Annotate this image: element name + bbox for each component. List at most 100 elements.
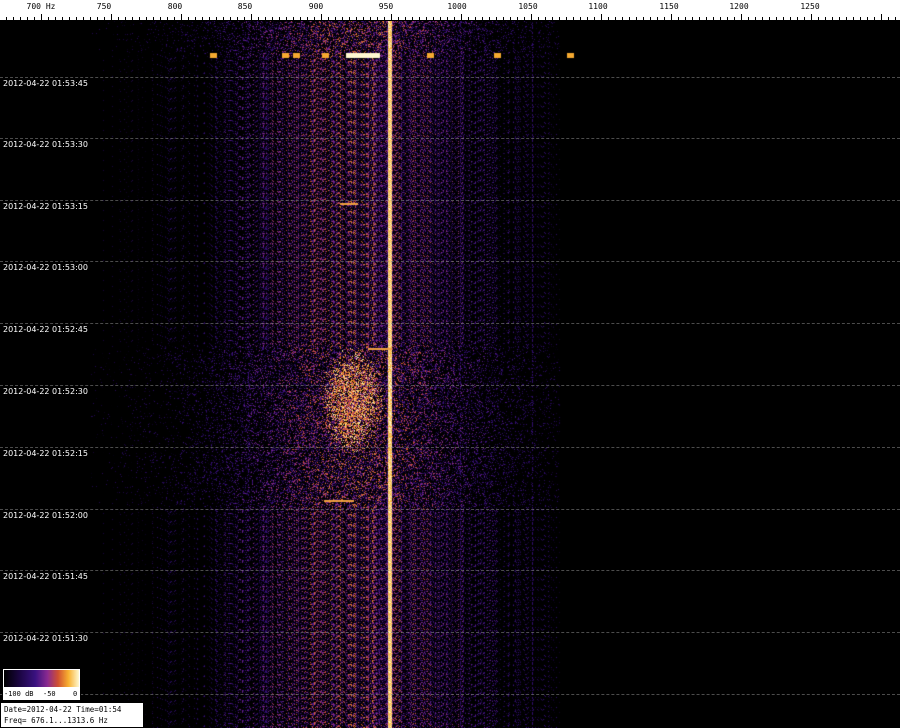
freq-tick-mark — [741, 14, 742, 20]
freq-tick-mark — [615, 17, 616, 20]
freq-tick-mark — [328, 17, 329, 20]
freq-tick-mark — [720, 17, 721, 20]
freq-tick-mark — [755, 17, 756, 20]
freq-tick-mark — [405, 17, 406, 20]
freq-tick-mark — [825, 17, 826, 20]
time-label: 2012-04-22 01:52:15 — [3, 449, 88, 458]
time-label: 2012-04-22 01:53:30 — [3, 140, 88, 149]
freq-tick-mark — [111, 14, 112, 20]
freq-tick-mark — [342, 17, 343, 20]
freq-tick-mark — [118, 17, 119, 20]
time-gridline — [0, 138, 900, 139]
freq-tick-mark — [314, 17, 315, 20]
time-gridline — [0, 385, 900, 386]
freq-tick-mark — [524, 17, 525, 20]
freq-tick-mark — [398, 17, 399, 20]
freq-tick-mark — [251, 14, 252, 20]
freq-tick-mark — [307, 17, 308, 20]
freq-tick-mark — [636, 17, 637, 20]
freq-tick-mark — [608, 17, 609, 20]
color-scale-bar — [4, 670, 79, 687]
freq-tick-mark — [517, 17, 518, 20]
freq-tick-mark — [20, 17, 21, 20]
freq-tick-mark — [167, 17, 168, 20]
freq-tick-mark — [195, 17, 196, 20]
freq-tick-mark — [125, 17, 126, 20]
freq-tick-mark — [363, 17, 364, 20]
info-box: Date=2012-04-22 Time=01:54 Freq= 676.1..… — [0, 702, 144, 728]
freq-tick-mark — [706, 17, 707, 20]
time-label: 2012-04-22 01:53:45 — [3, 79, 88, 88]
freq-tick-mark — [335, 17, 336, 20]
freq-tick-mark — [13, 17, 14, 20]
freq-tick-mark — [692, 17, 693, 20]
freq-tick-mark — [188, 17, 189, 20]
freq-tick-label: 1150 — [659, 2, 679, 11]
freq-tick-mark — [258, 17, 259, 20]
freq-tick-mark — [629, 17, 630, 20]
freq-tick-mark — [482, 17, 483, 20]
time-gridline — [0, 447, 900, 448]
freq-tick-mark — [104, 17, 105, 20]
freq-tick-mark — [573, 17, 574, 20]
freq-tick-mark — [545, 17, 546, 20]
freq-tick-mark — [377, 17, 378, 20]
freq-tick-mark — [818, 17, 819, 20]
freq-tick-label: 1050 — [518, 2, 538, 11]
freq-tick-mark — [846, 17, 847, 20]
freq-tick-mark — [664, 17, 665, 20]
freq-tick-mark — [27, 17, 28, 20]
freq-tick-mark — [265, 17, 266, 20]
freq-tick-mark — [790, 17, 791, 20]
freq-tick-mark — [461, 14, 462, 20]
freq-tick-label: 700 Hz — [26, 2, 56, 11]
freq-tick-mark — [734, 17, 735, 20]
freq-tick-mark — [83, 17, 84, 20]
freq-tick-mark — [223, 17, 224, 20]
freq-tick-label: 1100 — [588, 2, 608, 11]
freq-tick-mark — [839, 17, 840, 20]
time-gridline — [0, 632, 900, 633]
time-gridline — [0, 261, 900, 262]
freq-tick-mark — [69, 17, 70, 20]
freq-tick-label: 900 — [308, 2, 324, 11]
freq-tick-mark — [426, 17, 427, 20]
freq-tick-mark — [622, 17, 623, 20]
freq-tick-mark — [447, 17, 448, 20]
freq-tick-mark — [300, 17, 301, 20]
freq-tick-mark — [650, 17, 651, 20]
freq-tick-mark — [510, 17, 511, 20]
freq-tick-mark — [748, 17, 749, 20]
freq-tick-mark — [895, 17, 896, 20]
time-label: 2012-04-22 01:53:00 — [3, 263, 88, 272]
freq-tick-mark — [860, 17, 861, 20]
freq-tick-mark — [587, 17, 588, 20]
freq-tick-mark — [391, 14, 392, 20]
freq-tick-mark — [34, 17, 35, 20]
freq-tick-mark — [440, 17, 441, 20]
freq-tick-mark — [475, 17, 476, 20]
freq-tick-mark — [881, 14, 882, 20]
freq-tick-mark — [769, 17, 770, 20]
freq-tick-mark — [48, 17, 49, 20]
freq-tick-mark — [594, 17, 595, 20]
freq-tick-mark — [678, 17, 679, 20]
time-gridline — [0, 200, 900, 201]
freq-tick-mark — [713, 17, 714, 20]
freq-tick-mark — [279, 17, 280, 20]
freq-tick-mark — [804, 17, 805, 20]
time-gridline — [0, 509, 900, 510]
freq-tick-label: 950 — [378, 2, 394, 11]
freq-tick-mark — [153, 17, 154, 20]
freq-tick-mark — [349, 17, 350, 20]
scale-min-label: -100 dB — [4, 690, 34, 698]
freq-tick-mark — [503, 17, 504, 20]
color-scale-labels: -100 dB -50 0 — [3, 688, 80, 700]
freq-tick-mark — [874, 17, 875, 20]
time-gridline — [0, 323, 900, 324]
freq-tick-mark — [454, 17, 455, 20]
time-gridline — [0, 694, 900, 695]
freq-tick-mark — [384, 17, 385, 20]
freq-tick-mark — [97, 17, 98, 20]
freq-tick-label: 1250 — [800, 2, 820, 11]
